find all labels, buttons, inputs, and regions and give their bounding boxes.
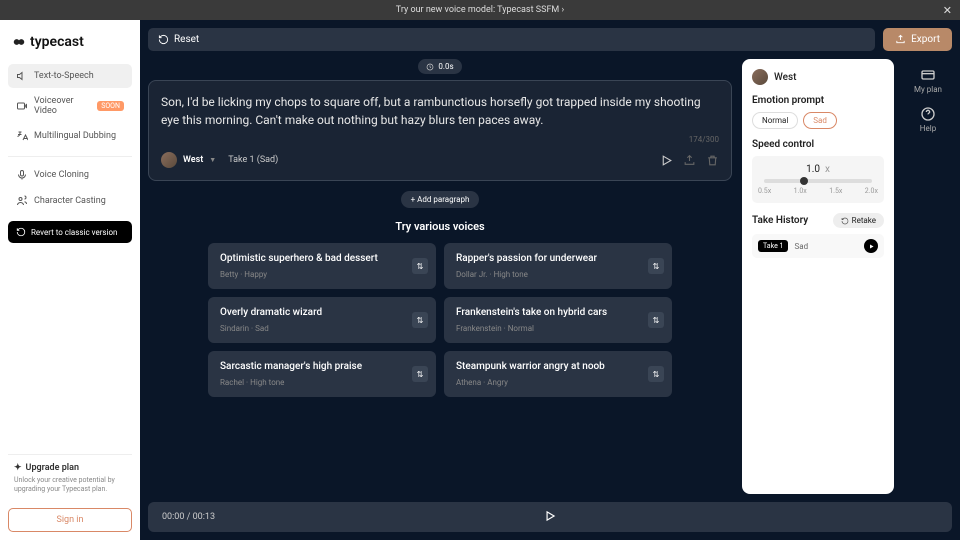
clock-icon <box>426 63 434 71</box>
close-icon[interactable]: ✕ <box>943 4 952 17</box>
sparkle-icon: ✦ <box>14 463 22 473</box>
play-icon <box>868 243 875 250</box>
help-icon <box>920 106 936 122</box>
retake-button[interactable]: Retake <box>833 213 884 228</box>
voice-card[interactable]: Steampunk warrior angry at noobAthena · … <box>444 351 672 397</box>
signin-button[interactable]: Sign in <box>8 508 132 532</box>
swap-icon[interactable]: ⇅ <box>412 312 428 328</box>
play-icon[interactable] <box>660 154 673 167</box>
card-icon <box>920 67 936 83</box>
sidebar: typecast Text-to-Speech Voiceover Video … <box>0 20 140 540</box>
trash-icon[interactable] <box>706 154 719 167</box>
retake-icon <box>841 217 849 225</box>
promo-banner[interactable]: Try our new voice model: Typecast SSFM ›… <box>0 0 960 20</box>
voice-card[interactable]: Frankenstein's take on hybrid carsFranke… <box>444 297 672 343</box>
voice-card[interactable]: Sarcastic manager's high praiseRachel · … <box>208 351 436 397</box>
emotion-title: Emotion prompt <box>752 95 884 106</box>
chevron-down-icon: ▼ <box>209 156 216 164</box>
nav-multilingual-dubbing[interactable]: Multilingual Dubbing <box>8 124 132 148</box>
swap-icon[interactable]: ⇅ <box>412 366 428 382</box>
history-title: Take History <box>752 215 808 226</box>
reset-button[interactable]: Reset <box>148 28 875 51</box>
take-history-item[interactable]: Take 1 Sad <box>752 234 884 258</box>
emotion-normal[interactable]: Normal <box>752 112 798 129</box>
voices-grid: Optimistic superhero & bad dessertBetty … <box>148 243 732 397</box>
users-icon <box>16 195 28 207</box>
swap-icon[interactable]: ⇅ <box>412 258 428 274</box>
nav-voice-cloning[interactable]: Voice Cloning <box>8 163 132 187</box>
voice-selector[interactable]: West <box>183 155 203 165</box>
swap-icon[interactable]: ⇅ <box>648 258 664 274</box>
voices-heading: Try various voices <box>148 220 732 233</box>
voice-avatar <box>752 69 768 85</box>
undo-icon <box>16 227 26 237</box>
banner-text: Try our new voice model: Typecast SSFM <box>396 5 560 15</box>
settings-panel: West Emotion prompt Normal Sad Speed con… <box>742 59 894 494</box>
playbar: 00:00 / 00:13 <box>148 502 952 532</box>
emotion-sad[interactable]: Sad <box>803 112 837 129</box>
mic-icon <box>16 169 28 181</box>
panel-voice-row[interactable]: West <box>752 69 884 85</box>
voice-card[interactable]: Optimistic superhero & bad dessertBetty … <box>208 243 436 289</box>
divider <box>8 156 132 157</box>
speed-title: Speed control <box>752 139 884 150</box>
text-input[interactable]: Son, I'd be licking my chops to square o… <box>161 93 719 129</box>
export-icon <box>895 34 906 45</box>
voice-avatar <box>161 152 177 168</box>
voice-card[interactable]: Rapper's passion for underwearDollar Jr.… <box>444 243 672 289</box>
translate-icon <box>16 130 28 142</box>
voice-card[interactable]: Overly dramatic wizardSindarin · Sad⇅ <box>208 297 436 343</box>
speed-slider[interactable] <box>764 179 872 183</box>
my-plan-button[interactable]: My plan <box>914 67 942 94</box>
video-icon <box>16 100 28 112</box>
char-count: 174/300 <box>161 135 719 144</box>
slider-knob[interactable] <box>800 177 808 185</box>
help-button[interactable]: Help <box>920 106 936 133</box>
soon-badge: SOON <box>97 101 124 111</box>
reset-icon <box>158 34 169 45</box>
brand-name: typecast <box>30 34 84 50</box>
main-content: Reset Export 0.0s Son, I'd be licking my… <box>140 20 960 540</box>
playbar-time: 00:00 / 00:13 <box>162 512 215 522</box>
text-editor-card: Son, I'd be licking my chops to square o… <box>148 80 732 181</box>
speaker-icon <box>16 70 28 82</box>
take-badge: Take 1 <box>758 240 788 252</box>
swap-icon[interactable]: ⇅ <box>648 366 664 382</box>
nav-character-casting[interactable]: Character Casting <box>8 189 132 213</box>
take-play-button[interactable] <box>864 239 878 253</box>
speed-value: 1.0 x <box>758 164 878 175</box>
logo-icon <box>12 35 26 49</box>
share-icon[interactable] <box>683 154 696 167</box>
play-icon <box>543 509 557 523</box>
duration-pill: 0.0s <box>418 59 461 74</box>
brand-logo[interactable]: typecast <box>8 28 132 56</box>
add-paragraph-button[interactable]: + Add paragraph <box>401 191 480 208</box>
nav-text-to-speech[interactable]: Text-to-Speech <box>8 64 132 88</box>
right-icon-column: My plan Help <box>904 59 952 494</box>
banner-arrow: › <box>562 5 565 15</box>
nav-voiceover-video[interactable]: Voiceover Video SOON <box>8 90 132 122</box>
revert-button[interactable]: Revert to classic version <box>8 221 132 243</box>
play-button[interactable] <box>543 508 557 527</box>
upgrade-card[interactable]: ✦Upgrade plan Unlock your creative poten… <box>8 454 132 502</box>
export-button[interactable]: Export <box>883 28 952 51</box>
swap-icon[interactable]: ⇅ <box>648 312 664 328</box>
take-label: Take 1 (Sad) <box>228 155 278 165</box>
